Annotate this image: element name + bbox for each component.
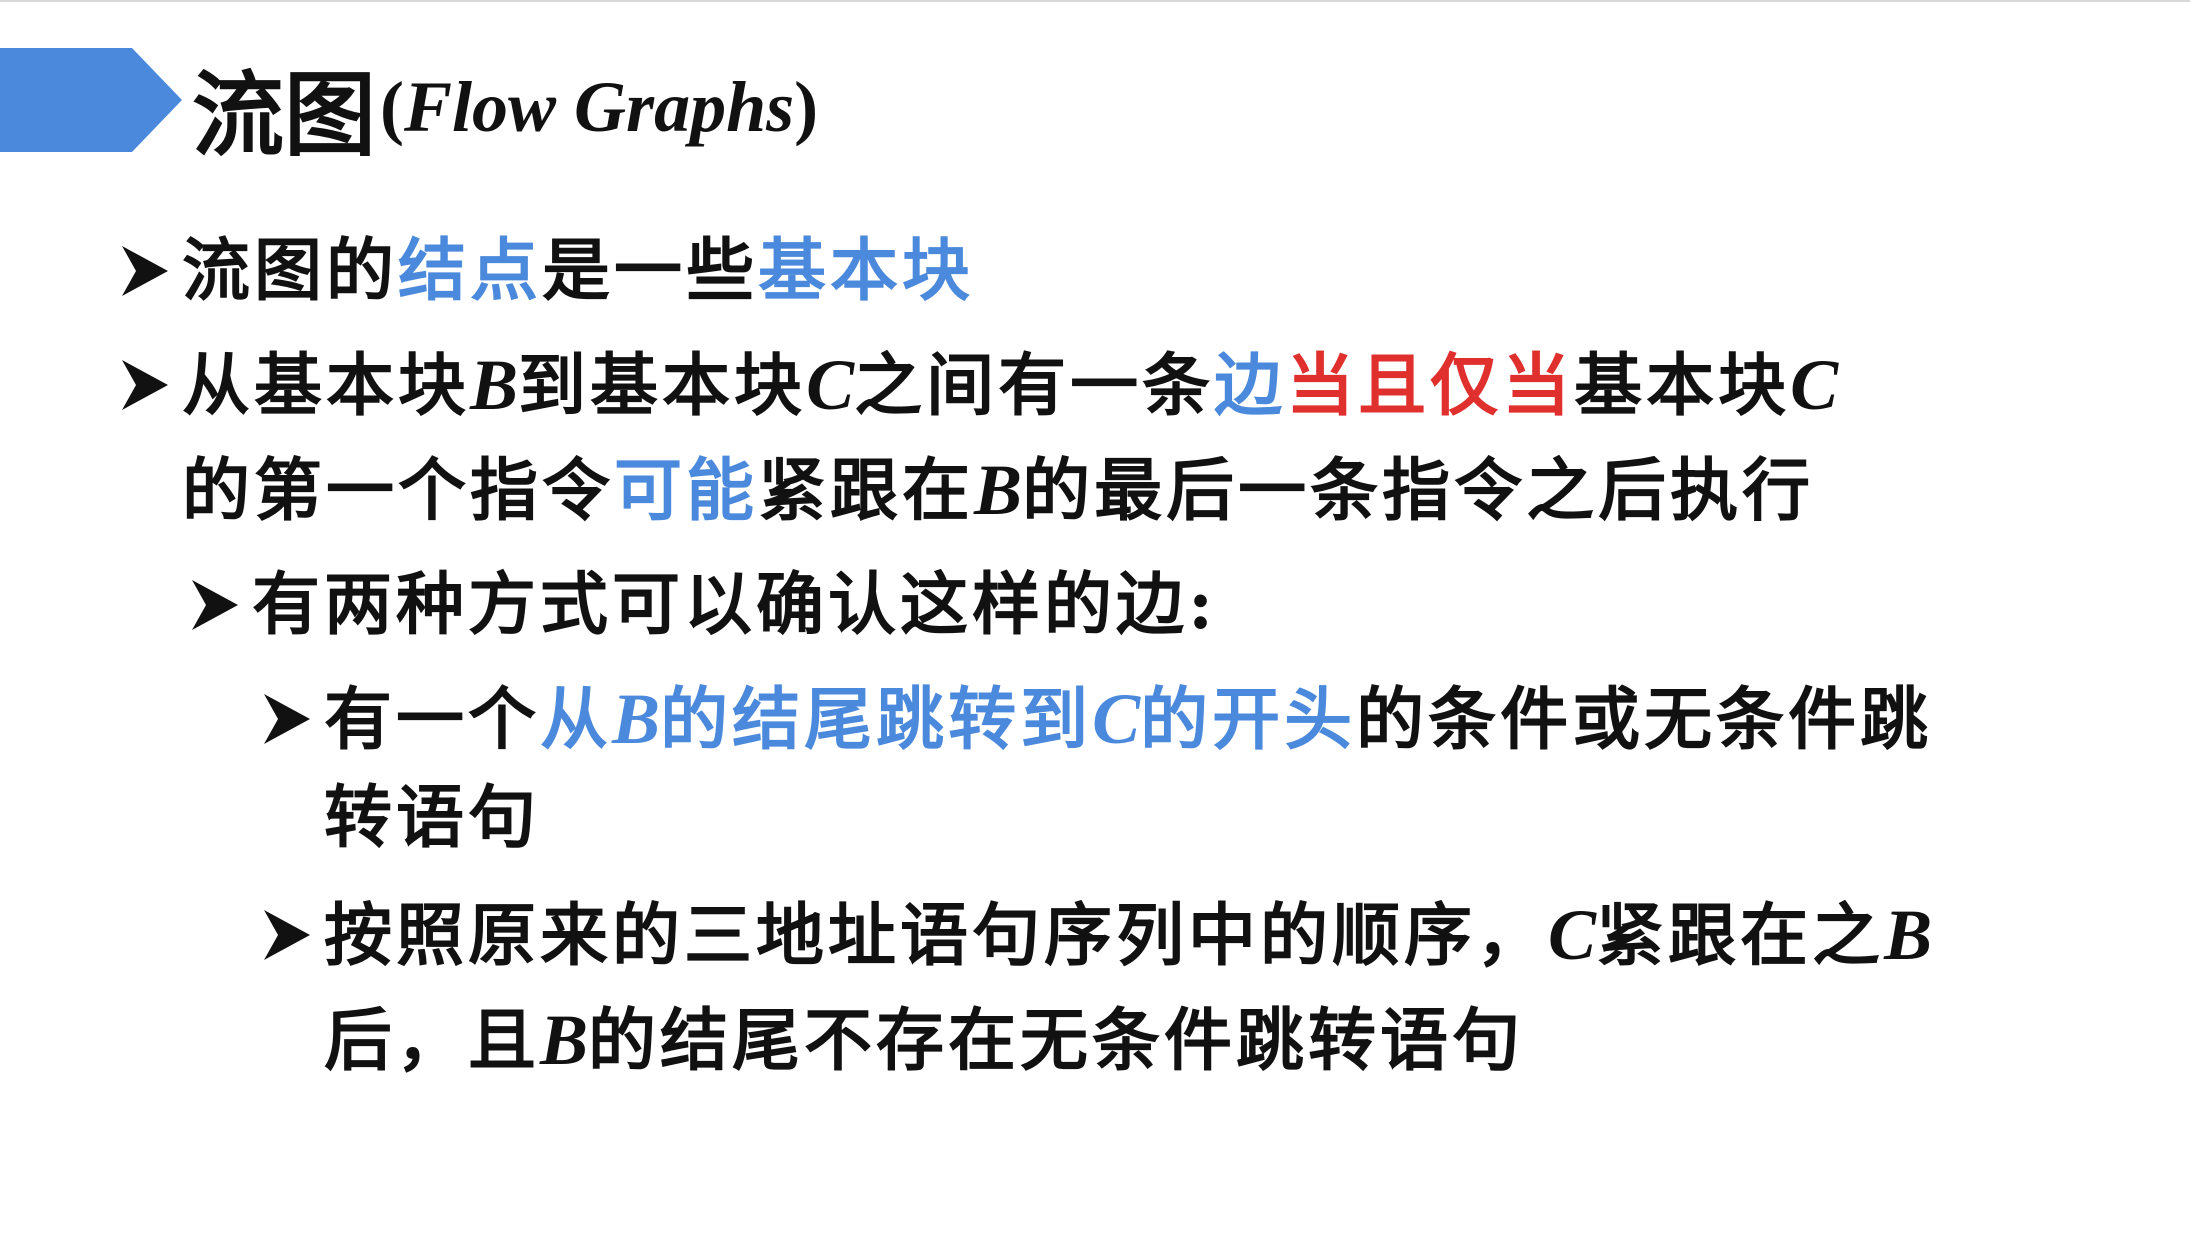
bullet-text: 有两种方式可以确认这样的边: <box>252 565 1218 645</box>
top-divider <box>0 0 2190 2</box>
bullet-edge-definition: 从基本块B到基本块C之间有一条边当且仅当基本块C 的第一个指令可能紧跟在B的最后… <box>122 336 1838 540</box>
slide-title-zh: 流图 <box>192 61 377 169</box>
bullet-text: 流图的结点是一些基本块 <box>182 231 975 311</box>
arrowhead-bullet-icon <box>122 222 182 320</box>
bullet-sequence-order: 按照原来的三地址语句序列中的顺序，C紧跟在之B 后，且B的结尾不存在无条件跳转语… <box>264 886 1932 1090</box>
arrowhead-bullet-icon <box>192 556 252 654</box>
bullet-text: 从基本块B到基本块C之间有一条边当且仅当基本块C 的第一个指令可能紧跟在B的最后… <box>182 345 1839 531</box>
arrowhead-bullet-icon <box>122 336 182 434</box>
arrowhead-bullet-icon <box>264 670 324 768</box>
arrowhead-bullet-icon <box>264 886 324 984</box>
bullet-text: 有一个从B的结尾跳转到C的开头的条件或无条件跳 转语句 <box>324 679 1933 858</box>
bullet-two-ways: 有两种方式可以确认这样的边: <box>192 556 1217 654</box>
bullet-jump-statement: 有一个从B的结尾跳转到C的开头的条件或无条件跳 转语句 <box>264 670 1932 867</box>
slide-title-en: (Flow Graphs) <box>380 66 819 147</box>
title-chevron-banner <box>0 48 182 152</box>
bullet-text: 按照原来的三地址语句序列中的顺序，C紧跟在之B 后，且B的结尾不存在无条件跳转语… <box>324 895 1933 1081</box>
slide-title: 流图 (Flow Graphs) <box>192 52 819 169</box>
bullet-flow-graph-nodes: 流图的结点是一些基本块 <box>122 222 974 320</box>
